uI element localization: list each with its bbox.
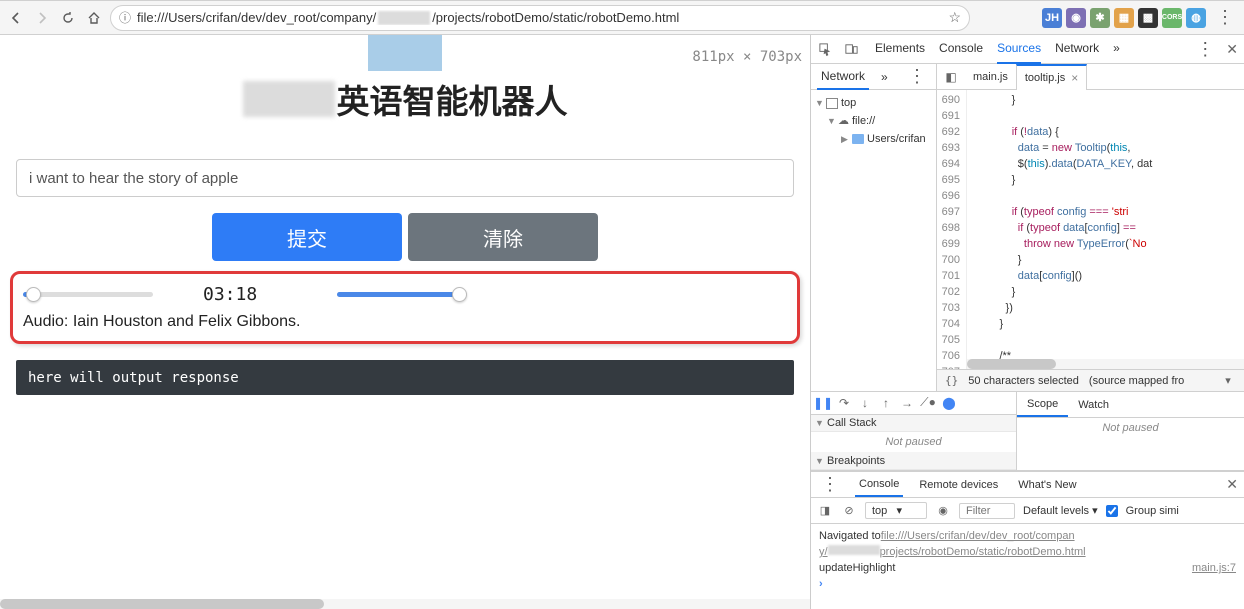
tab-elements[interactable]: Elements: [875, 35, 925, 64]
drawer-tab-remote[interactable]: Remote devices: [915, 474, 1002, 496]
device-toggle-icon[interactable]: [843, 41, 859, 57]
app-logo: [368, 35, 442, 71]
ext-icon[interactable]: ◍: [1186, 8, 1206, 28]
audio-highlight-box: 03:18 Audio: Iain Houston and Felix Gibb…: [10, 271, 800, 344]
console-prompt[interactable]: ›: [819, 576, 1236, 592]
drawer-tab-console[interactable]: Console: [855, 473, 903, 497]
url-bar[interactable]: ⓘ file:///Users/crifan/dev/dev_root/comp…: [110, 5, 970, 31]
drawer-menu-icon[interactable]: ⋮: [817, 474, 843, 495]
console-log-navigation: Navigated to file:///Users/crifan/dev/de…: [819, 528, 1236, 544]
audio-progress-slider[interactable]: [23, 292, 153, 297]
console-clear-icon[interactable]: ⊘: [841, 503, 857, 519]
devtools-menu-icon[interactable]: ⋮: [1192, 39, 1218, 60]
page-horizontal-scrollbar[interactable]: [0, 599, 810, 609]
browser-toolbar: ⓘ file:///Users/crifan/dev/dev_root/comp…: [0, 0, 1244, 35]
bookmark-star-icon[interactable]: ☆: [948, 9, 961, 26]
callstack-not-paused: Not paused: [811, 432, 1016, 452]
extension-icons: JH ◉ ✱ ▦ ▩ CORS ◍: [1042, 8, 1206, 28]
console-filter-input[interactable]: [959, 503, 1015, 519]
code-editor: ◧ main.js tooltip.js× 690 691 692 693 69…: [937, 64, 1244, 391]
close-tab-icon[interactable]: ×: [1071, 71, 1078, 85]
line-gutter: 690 691 692 693 694 695 696 697 698 699 …: [937, 90, 967, 369]
navigator-overflow-icon[interactable]: »: [877, 65, 892, 89]
drawer-tab-whatsnew[interactable]: What's New: [1014, 474, 1080, 496]
tree-scheme[interactable]: ▼☁file://: [813, 112, 934, 130]
console-log-line: updateHighlight main.js:7: [819, 560, 1236, 576]
console-context-select[interactable]: top ▾: [865, 502, 927, 519]
pause-exceptions-icon[interactable]: ⬤: [941, 395, 957, 411]
tab-sources[interactable]: Sources: [997, 35, 1041, 64]
status-dropdown-icon[interactable]: ▾: [1220, 373, 1236, 389]
tab-console[interactable]: Console: [939, 35, 983, 64]
audio-volume-slider[interactable]: [337, 292, 467, 297]
step-icon[interactable]: →: [899, 395, 915, 411]
forward-button[interactable]: [32, 8, 52, 28]
code-tab-main[interactable]: main.js: [965, 66, 1016, 88]
deactivate-breakpoints-icon[interactable]: ⟋●: [920, 395, 936, 411]
navigator-tab-network[interactable]: Network: [817, 64, 869, 90]
audio-caption: Audio: Iain Houston and Felix Gibbons.: [23, 313, 783, 331]
tab-network[interactable]: Network: [1055, 35, 1099, 64]
console-log-navigation-cont: y/projects/robotDemo/static/robotDemo.ht…: [819, 544, 1236, 560]
drawer-close-icon[interactable]: ✕: [1226, 476, 1238, 493]
console-log-source-link[interactable]: main.js:7: [1192, 560, 1236, 576]
mapped-status: (source mapped fro: [1089, 375, 1184, 387]
log-levels-dropdown[interactable]: Default levels ▾: [1023, 504, 1098, 517]
info-icon: ⓘ: [119, 9, 131, 26]
pretty-print-icon[interactable]: {}: [945, 374, 958, 387]
url-text: file:///Users/crifan/dev/dev_root/compan…: [137, 10, 942, 25]
ext-icon[interactable]: CORS: [1162, 8, 1182, 28]
back-button[interactable]: [6, 8, 26, 28]
devtools-header: Elements Console Sources Network » ⋮ ✕: [811, 35, 1244, 64]
code-tab-tooltip[interactable]: tooltip.js×: [1016, 64, 1087, 90]
submit-button[interactable]: 提交: [212, 213, 402, 261]
ext-icon[interactable]: ▩: [1138, 8, 1158, 28]
group-similar-checkbox[interactable]: [1106, 505, 1118, 517]
breakpoints-panel-header[interactable]: ▼Breakpoints: [811, 452, 1016, 470]
clear-button[interactable]: 清除: [408, 213, 598, 261]
tree-folder[interactable]: ▶Users/crifan: [813, 130, 934, 148]
page-title: 英语智能机器人: [16, 75, 794, 123]
debugger-toolbar: ❚❚ ↷ ↓ ↑ → ⟋● ⬤: [811, 392, 1016, 415]
code-horizontal-scrollbar[interactable]: [967, 359, 1244, 369]
step-into-icon[interactable]: ↓: [857, 395, 873, 411]
code-nav-icon[interactable]: ◧: [943, 69, 959, 85]
browser-menu-icon[interactable]: ⋮: [1212, 7, 1238, 28]
code-text[interactable]: } if (!data) { data = new Tooltip(this, …: [967, 90, 1244, 369]
ext-icon[interactable]: JH: [1042, 8, 1062, 28]
devtools-panel: Elements Console Sources Network » ⋮ ✕ N…: [811, 35, 1244, 609]
step-out-icon[interactable]: ↑: [878, 395, 894, 411]
viewport-dimensions: 811px × 703px: [692, 49, 802, 65]
scope-tab[interactable]: Scope: [1017, 393, 1068, 417]
scope-not-paused: Not paused: [1017, 418, 1244, 438]
ext-icon[interactable]: ▦: [1114, 8, 1134, 28]
step-over-icon[interactable]: ↷: [836, 395, 852, 411]
response-output: here will output response: [16, 360, 794, 395]
ext-icon[interactable]: ✱: [1090, 8, 1110, 28]
watch-tab[interactable]: Watch: [1068, 394, 1119, 416]
devtools-close-icon[interactable]: ✕: [1226, 41, 1238, 58]
sources-navigator: Network » ⋮ ▼top ▼☁file:// ▶Users/crifan: [811, 64, 937, 391]
page-viewport: 811px × 703px 英语智能机器人 提交 清除: [0, 35, 811, 609]
console-eye-icon[interactable]: ◉: [935, 503, 951, 519]
navigator-menu-icon[interactable]: ⋮: [904, 66, 930, 87]
reload-button[interactable]: [58, 8, 78, 28]
pause-icon[interactable]: ❚❚: [815, 395, 831, 411]
console-drawer: ⋮ Console Remote devices What's New ✕ ◨ …: [811, 471, 1244, 609]
query-input[interactable]: [16, 159, 794, 197]
home-button[interactable]: [84, 8, 104, 28]
editor-status-bar: {} 50 characters selected (source mapped…: [937, 369, 1244, 391]
callstack-panel-header[interactable]: ▼Call Stack: [811, 415, 1016, 433]
console-sidebar-icon[interactable]: ◨: [817, 503, 833, 519]
group-similar-label: Group simi: [1126, 505, 1179, 517]
inspect-icon[interactable]: [817, 41, 833, 57]
tree-top[interactable]: ▼top: [813, 94, 934, 112]
tabs-overflow-icon[interactable]: »: [1113, 35, 1120, 64]
audio-time-label: 03:18: [203, 284, 257, 305]
ext-icon[interactable]: ◉: [1066, 8, 1086, 28]
selection-status: 50 characters selected: [968, 375, 1079, 387]
